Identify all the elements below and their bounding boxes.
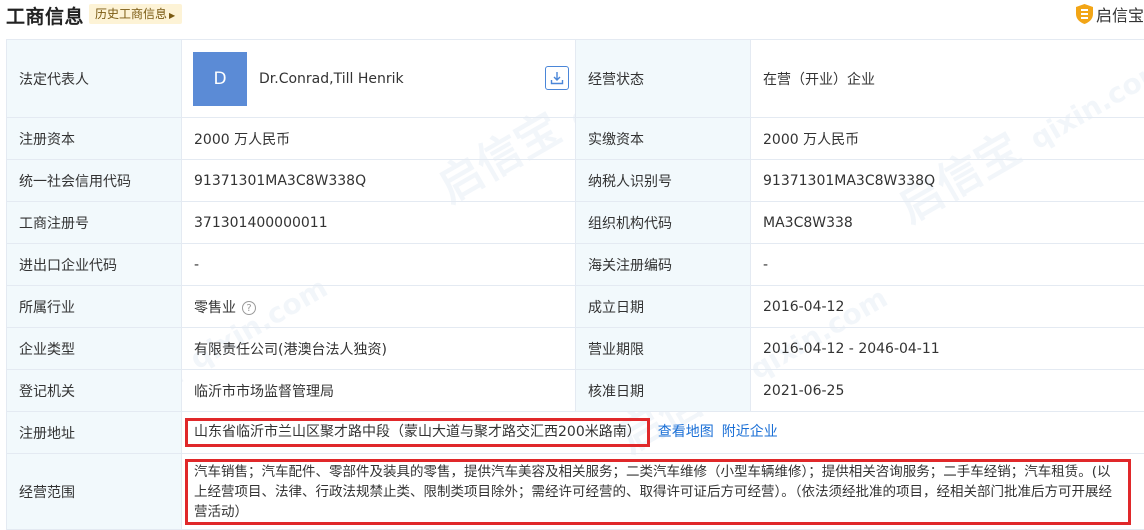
business-scope-value: 汽车销售；汽车配件、零部件及装具的零售，提供汽车美容及相关服务；二类汽车维修（小…: [185, 459, 1131, 525]
scope-cell: 汽车销售；汽车配件、零部件及装具的零售，提供汽车美容及相关服务；二类汽车维修（小…: [182, 454, 1144, 530]
address-cell: 山东省临沂市兰山区聚才路中段（蒙山大道与聚才路交汇西200米路南） 查看地图附近企…: [182, 412, 1144, 454]
legal-rep-name[interactable]: Dr.Conrad,Till Henrik: [259, 71, 404, 87]
reg-no-value: 371301400000011: [182, 202, 576, 244]
founded-date-label: 成立日期: [576, 286, 751, 328]
address-label: 注册地址: [7, 412, 182, 454]
founded-date-value: 2016-04-12: [751, 286, 1144, 328]
table-row: 工商注册号 371301400000011 组织机构代码 MA3C8W338: [7, 202, 1144, 244]
approval-date-value: 2021-06-25: [751, 370, 1144, 412]
scope-label: 经营范围: [7, 454, 182, 530]
paid-capital-label: 实缴资本: [576, 118, 751, 160]
address-value: 山东省临沂市兰山区聚才路中段（蒙山大道与聚才路交汇西200米路南）: [185, 418, 650, 447]
customs-code-value: -: [751, 244, 1144, 286]
status-value: 在营（开业）企业: [751, 40, 1144, 118]
taxpayer-id-label: 纳税人识别号: [576, 160, 751, 202]
org-code-label: 组织机构代码: [576, 202, 751, 244]
industry-label: 所属行业: [7, 286, 182, 328]
status-label: 经营状态: [576, 40, 751, 118]
business-term-value: 2016-04-12 - 2046-04-11: [751, 328, 1144, 370]
brand-name: 启信宝: [1096, 2, 1144, 26]
company-type-label: 企业类型: [7, 328, 182, 370]
credit-code-label: 统一社会信用代码: [7, 160, 182, 202]
industry-value: 零售业: [194, 300, 236, 316]
table-row: 法定代表人 D Dr.Conrad,Till Henrik 经营状态 在营（开业…: [7, 40, 1144, 118]
legal-rep-cell: D Dr.Conrad,Till Henrik: [182, 40, 576, 118]
help-icon[interactable]: ?: [242, 301, 256, 315]
section-header: 工商信息 历史工商信息▶ 启信宝: [0, 0, 1144, 32]
authority-value: 临沂市市场监督管理局: [182, 370, 576, 412]
view-map-link[interactable]: 查看地图: [658, 424, 714, 440]
reg-capital-label: 注册资本: [7, 118, 182, 160]
org-code-value: MA3C8W338: [751, 202, 1144, 244]
credit-code-value: 91371301MA3C8W338Q: [182, 160, 576, 202]
table-row: 注册地址 山东省临沂市兰山区聚才路中段（蒙山大道与聚才路交汇西200米路南） 查看…: [7, 412, 1144, 454]
download-icon: [550, 71, 564, 85]
nearby-companies-link[interactable]: 附近企业: [722, 424, 778, 440]
table-row: 登记机关 临沂市市场监督管理局 核准日期 2021-06-25: [7, 370, 1144, 412]
reg-capital-value: 2000 万人民币: [182, 118, 576, 160]
customs-code-label: 海关注册编码: [576, 244, 751, 286]
business-info-table: 法定代表人 D Dr.Conrad,Till Henrik 经营状态 在营（开业…: [6, 39, 1144, 530]
reg-no-label: 工商注册号: [7, 202, 182, 244]
industry-cell: 零售业?: [182, 286, 576, 328]
table-row: 所属行业 零售业? 成立日期 2016-04-12: [7, 286, 1144, 328]
brand-logo-icon: [1076, 4, 1093, 24]
brand: 启信宝: [1076, 2, 1144, 26]
section-title: 工商信息: [6, 2, 84, 29]
paid-capital-value: 2000 万人民币: [751, 118, 1144, 160]
download-button[interactable]: [545, 66, 569, 90]
business-term-label: 营业期限: [576, 328, 751, 370]
table-row: 进出口企业代码 - 海关注册编码 -: [7, 244, 1144, 286]
history-info-button[interactable]: 历史工商信息▶: [89, 4, 182, 24]
caret-right-icon: ▶: [169, 11, 175, 20]
legal-rep-label: 法定代表人: [7, 40, 182, 118]
import-export-value: -: [182, 244, 576, 286]
company-type-value: 有限责任公司(港澳台法人独资): [182, 328, 576, 370]
import-export-label: 进出口企业代码: [7, 244, 182, 286]
history-info-label: 历史工商信息: [95, 7, 167, 21]
authority-label: 登记机关: [7, 370, 182, 412]
table-row: 企业类型 有限责任公司(港澳台法人独资) 营业期限 2016-04-12 - 2…: [7, 328, 1144, 370]
avatar[interactable]: D: [193, 52, 247, 106]
table-row: 经营范围 汽车销售；汽车配件、零部件及装具的零售，提供汽车美容及相关服务；二类汽…: [7, 454, 1144, 530]
approval-date-label: 核准日期: [576, 370, 751, 412]
table-row: 注册资本 2000 万人民币 实缴资本 2000 万人民币: [7, 118, 1144, 160]
table-row: 统一社会信用代码 91371301MA3C8W338Q 纳税人识别号 91371…: [7, 160, 1144, 202]
taxpayer-id-value: 91371301MA3C8W338Q: [751, 160, 1144, 202]
